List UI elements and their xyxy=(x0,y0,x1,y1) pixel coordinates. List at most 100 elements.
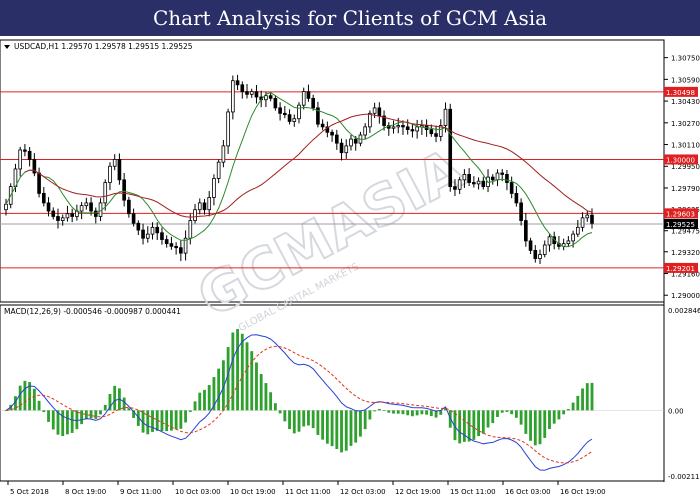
macd-histogram-bar xyxy=(349,410,353,446)
candle-up xyxy=(18,149,22,170)
level-label: 1.29201 xyxy=(666,265,695,273)
candle-down xyxy=(330,131,334,136)
macd-histogram-bar xyxy=(42,410,46,413)
time-tick-label: 12 Oct 03:00 xyxy=(340,488,386,496)
chart-svg: GCMASIAGLOBAL CAPITAL MARKETS 1.307501.3… xyxy=(0,39,700,496)
candle-up xyxy=(212,178,216,198)
macd-histogram-bar xyxy=(325,410,329,444)
candle-down xyxy=(509,182,514,194)
macd-histogram-bar xyxy=(311,410,315,429)
symbol-header: USDCAD,H1 1.29570 1.29578 1.29515 1.2952… xyxy=(14,42,193,51)
macd-histogram-bar xyxy=(236,329,239,411)
candle-down xyxy=(245,91,249,95)
macd-histogram-bar xyxy=(363,410,367,430)
macd-histogram-bar xyxy=(359,410,362,437)
macd-histogram-bar xyxy=(250,351,254,411)
candle-down xyxy=(37,172,41,194)
candle-up xyxy=(4,203,8,211)
macd-histogram-bar xyxy=(566,409,570,411)
candle-down xyxy=(500,172,505,175)
time-tick-label: 10 Oct 03:00 xyxy=(175,488,221,496)
macd-histogram-bar xyxy=(411,410,414,417)
candle-up xyxy=(65,213,70,219)
macd-histogram-bar xyxy=(217,368,221,411)
candle-up xyxy=(372,107,377,114)
candle-down xyxy=(306,91,311,99)
macd-histogram-bar xyxy=(80,410,84,425)
candle-up xyxy=(476,180,481,185)
candle-down xyxy=(141,229,145,239)
candle-down xyxy=(353,138,358,144)
macd-histogram-bar xyxy=(297,410,301,432)
macd-histogram-bar xyxy=(462,410,466,442)
candle-down xyxy=(311,97,315,109)
candle-up xyxy=(585,214,590,219)
macd-histogram-bar xyxy=(146,410,150,435)
macd-histogram-bar xyxy=(538,410,542,445)
candle-up xyxy=(301,91,306,106)
candle-down xyxy=(524,220,528,242)
candle-up xyxy=(84,202,89,207)
macd-histogram-bar xyxy=(340,410,343,453)
candle-down xyxy=(283,112,287,116)
candle-up xyxy=(368,112,372,128)
macd-histogram-bar xyxy=(467,410,471,442)
page: Chart Analysis for Clients of GCM Asia G… xyxy=(0,0,700,500)
macd-histogram-bar xyxy=(510,410,514,415)
candle-down xyxy=(590,214,594,224)
macd-histogram-bar xyxy=(368,410,372,420)
candle-down xyxy=(41,192,46,204)
macd-tick-label: -0.002116 xyxy=(668,473,700,481)
macd-histogram-bar xyxy=(425,410,429,415)
macd-histogram-bar xyxy=(472,410,476,440)
candle-down xyxy=(434,133,438,137)
price-tick-label: 1.30590 xyxy=(671,76,700,84)
time-tick-label: 15 Oct 11:00 xyxy=(450,488,496,496)
macd-histogram-bar xyxy=(335,410,339,449)
candle-down xyxy=(179,247,183,254)
candle-up xyxy=(231,80,235,113)
macd-histogram-bar xyxy=(420,410,424,415)
macd-histogram-bar xyxy=(75,410,79,430)
macd-histogram-bar xyxy=(581,388,584,411)
candle-down xyxy=(481,180,486,188)
macd-histogram-bar xyxy=(321,410,325,440)
macd-histogram-bar xyxy=(23,380,27,411)
candle-down xyxy=(93,210,98,217)
candle-up xyxy=(221,145,226,163)
candle-up xyxy=(571,233,575,242)
macd-histogram-bar xyxy=(387,410,391,413)
macd-histogram-bar xyxy=(500,410,504,413)
macd-histogram-bar xyxy=(94,410,98,419)
candle-up xyxy=(391,126,396,129)
macd-histogram-bar xyxy=(519,410,523,425)
macd-histogram-bar xyxy=(316,410,320,435)
macd-histogram-bar xyxy=(415,410,419,416)
macd-histogram-bar xyxy=(198,392,202,411)
candle-down xyxy=(127,199,131,215)
macd-histogram-bar xyxy=(113,385,117,411)
candle-up xyxy=(60,217,65,221)
candle-down xyxy=(240,84,245,92)
candle-up xyxy=(396,125,401,128)
candle-down xyxy=(131,213,136,224)
candle-up xyxy=(79,205,84,212)
macd-histogram-bar xyxy=(240,333,244,411)
macd-histogram-bar xyxy=(245,342,249,411)
macd-histogram-bar xyxy=(231,332,235,411)
candle-up xyxy=(103,182,108,204)
candle-down xyxy=(334,134,339,144)
candle-down xyxy=(169,243,174,247)
macd-histogram-bar xyxy=(571,402,575,411)
candle-up xyxy=(344,145,349,154)
macd-histogram-bar xyxy=(269,392,273,411)
price-tick-label: 1.30750 xyxy=(671,55,700,63)
candle-up xyxy=(363,126,367,136)
macd-histogram-bar xyxy=(406,410,410,416)
macd-histogram-bar xyxy=(382,410,386,411)
macd-histogram-bar xyxy=(543,410,547,438)
candle-up xyxy=(542,244,547,255)
candle-down xyxy=(377,107,382,117)
candle-up xyxy=(495,172,500,181)
macd-histogram-bar xyxy=(585,383,589,411)
